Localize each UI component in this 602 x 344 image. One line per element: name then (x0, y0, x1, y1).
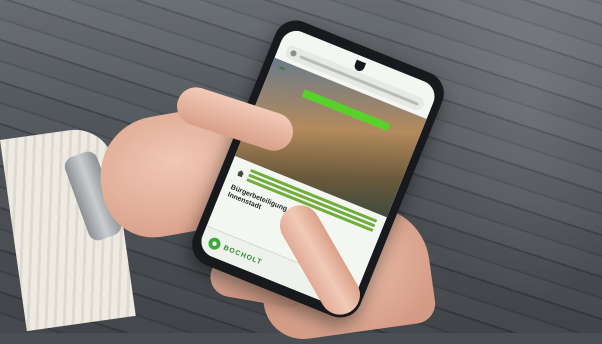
hero-tag (278, 66, 286, 71)
brand-logo-icon[interactable] (206, 235, 223, 252)
lock-icon (289, 49, 298, 58)
green-callout-box (301, 89, 391, 132)
logo-glyph (212, 241, 217, 246)
street-photo-scene: Bürgerbeteiligung Innenstadt BOCHOLT (0, 0, 602, 344)
home-icon[interactable] (236, 168, 246, 178)
